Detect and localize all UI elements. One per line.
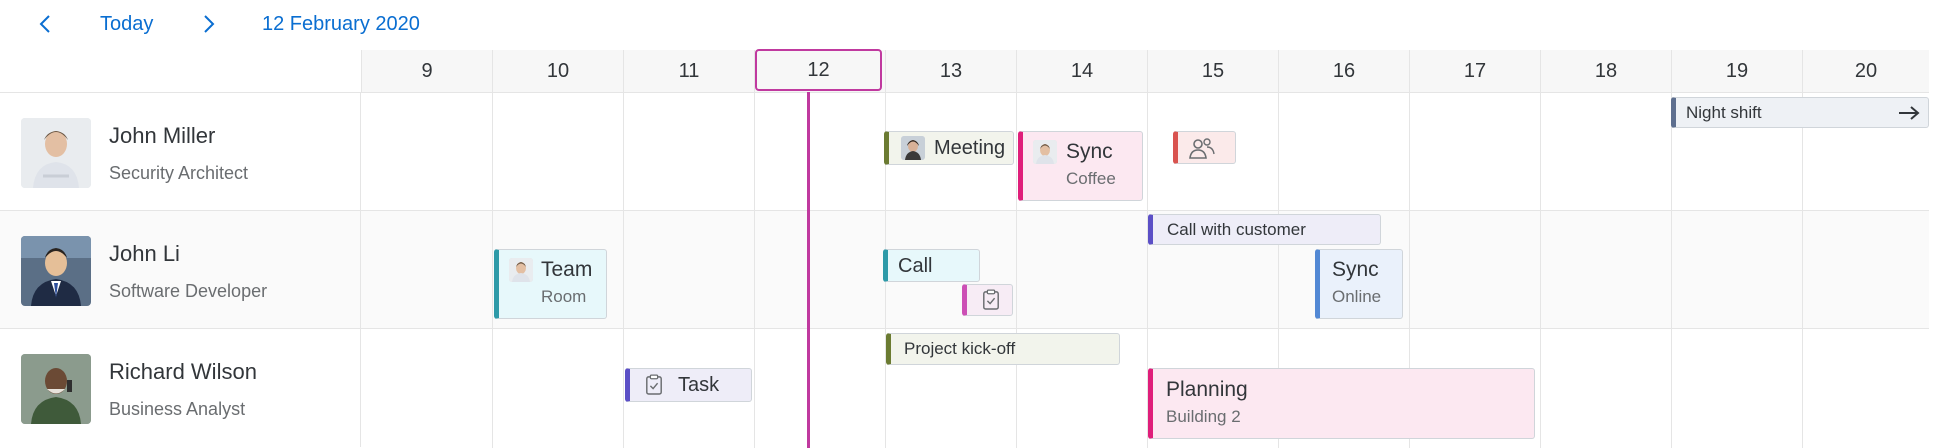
- clipboard-task-icon: [983, 289, 999, 310]
- next-button[interactable]: [194, 6, 224, 42]
- person-name: Richard Wilson: [109, 359, 257, 384]
- day-header-20[interactable]: 20: [1802, 50, 1929, 92]
- chevron-left-icon: [39, 15, 50, 33]
- appointment-title: Project kick-off: [904, 339, 1016, 358]
- avatar: [21, 236, 91, 306]
- person-info[interactable]: Richard Wilson Business Analyst: [0, 329, 361, 447]
- group-icon: [1189, 138, 1215, 159]
- appointment-title: Team: [541, 258, 593, 281]
- day-header-19[interactable]: 19: [1671, 50, 1802, 92]
- appointment-sync-online[interactable]: Sync Online: [1315, 249, 1403, 319]
- person-info[interactable]: John Miller Security Architect: [0, 93, 361, 211]
- date-picker-button[interactable]: 12 February 2020: [262, 12, 420, 36]
- appointment-task-icon[interactable]: [962, 284, 1013, 316]
- grid-line: [1671, 92, 1672, 448]
- appointment-planning[interactable]: Planning Building 2: [1148, 368, 1535, 439]
- appointment-subtitle: Coffee: [1066, 169, 1116, 188]
- appointment-title: Night shift: [1686, 103, 1762, 122]
- avatar: [21, 118, 91, 188]
- appointment-title: Task: [678, 374, 720, 396]
- day-header-13[interactable]: 13: [885, 50, 1016, 92]
- day-header-17[interactable]: 17: [1409, 50, 1540, 92]
- appointment-sync-coffee[interactable]: Sync Coffee: [1018, 131, 1143, 201]
- attendee-avatar: [509, 258, 533, 282]
- person-name: John Li: [109, 241, 180, 266]
- grid-line: [1016, 92, 1017, 448]
- attendee-avatar: [901, 136, 925, 160]
- appointment-title: Call with customer: [1167, 220, 1306, 239]
- appointment-title: Sync: [1066, 140, 1113, 163]
- day-header-11[interactable]: 11: [623, 50, 754, 92]
- day-header-15[interactable]: 15: [1147, 50, 1278, 92]
- grid-line: [623, 92, 624, 448]
- day-header-14[interactable]: 14: [1016, 50, 1147, 92]
- appointment-call[interactable]: Call: [883, 249, 980, 282]
- person-role: Software Developer: [109, 281, 268, 301]
- appointment-title: Planning: [1166, 378, 1248, 401]
- appointment-subtitle: Online: [1332, 287, 1382, 306]
- avatar: [21, 354, 91, 424]
- appointment-call-with-customer[interactable]: Call with customer: [1148, 214, 1381, 245]
- calendar-toolbar: Today 12 February 2020: [0, 0, 1948, 48]
- day-header-16[interactable]: 16: [1278, 50, 1409, 92]
- appointment-title: Meeting: [934, 137, 1006, 159]
- previous-button[interactable]: [30, 6, 60, 42]
- grid-line: [754, 92, 755, 448]
- day-header-10[interactable]: 10: [492, 50, 623, 92]
- appointment-night-shift[interactable]: Night shift: [1671, 97, 1929, 128]
- person-role: Business Analyst: [109, 399, 246, 419]
- grid-line: [492, 92, 493, 448]
- appointment-group[interactable]: [1173, 131, 1236, 164]
- day-header-9[interactable]: 9: [361, 50, 492, 92]
- appointment-task[interactable]: Task: [625, 368, 752, 402]
- today-day-header[interactable]: 12: [755, 49, 882, 91]
- appointment-meeting[interactable]: Meeting: [884, 131, 1014, 165]
- grid-line: [1540, 92, 1541, 448]
- day-header-18[interactable]: 18: [1540, 50, 1671, 92]
- appointment-project-kickoff[interactable]: Project kick-off: [886, 333, 1120, 365]
- current-time-indicator: [807, 92, 810, 448]
- person-name: John Miller: [109, 123, 216, 148]
- appointment-title: Sync: [1332, 258, 1379, 281]
- person-role: Security Architect: [109, 163, 249, 183]
- chevron-right-icon: [204, 15, 215, 33]
- attendee-avatar: [1033, 140, 1057, 164]
- day-header-row: 9 10 11 13 14 15 16 17 18 19 20: [361, 50, 1929, 93]
- appointment-subtitle: Building 2: [1166, 407, 1241, 426]
- person-info[interactable]: John Li Software Developer: [0, 211, 361, 329]
- appointment-title: Call: [898, 255, 933, 277]
- today-button[interactable]: Today: [100, 12, 153, 36]
- appointment-team-room[interactable]: Team Room: [494, 249, 607, 319]
- appointment-subtitle: Room: [541, 287, 587, 306]
- clipboard-task-icon: [646, 374, 662, 395]
- arrow-right-icon: [1899, 106, 1920, 120]
- grid-line: [1802, 92, 1803, 448]
